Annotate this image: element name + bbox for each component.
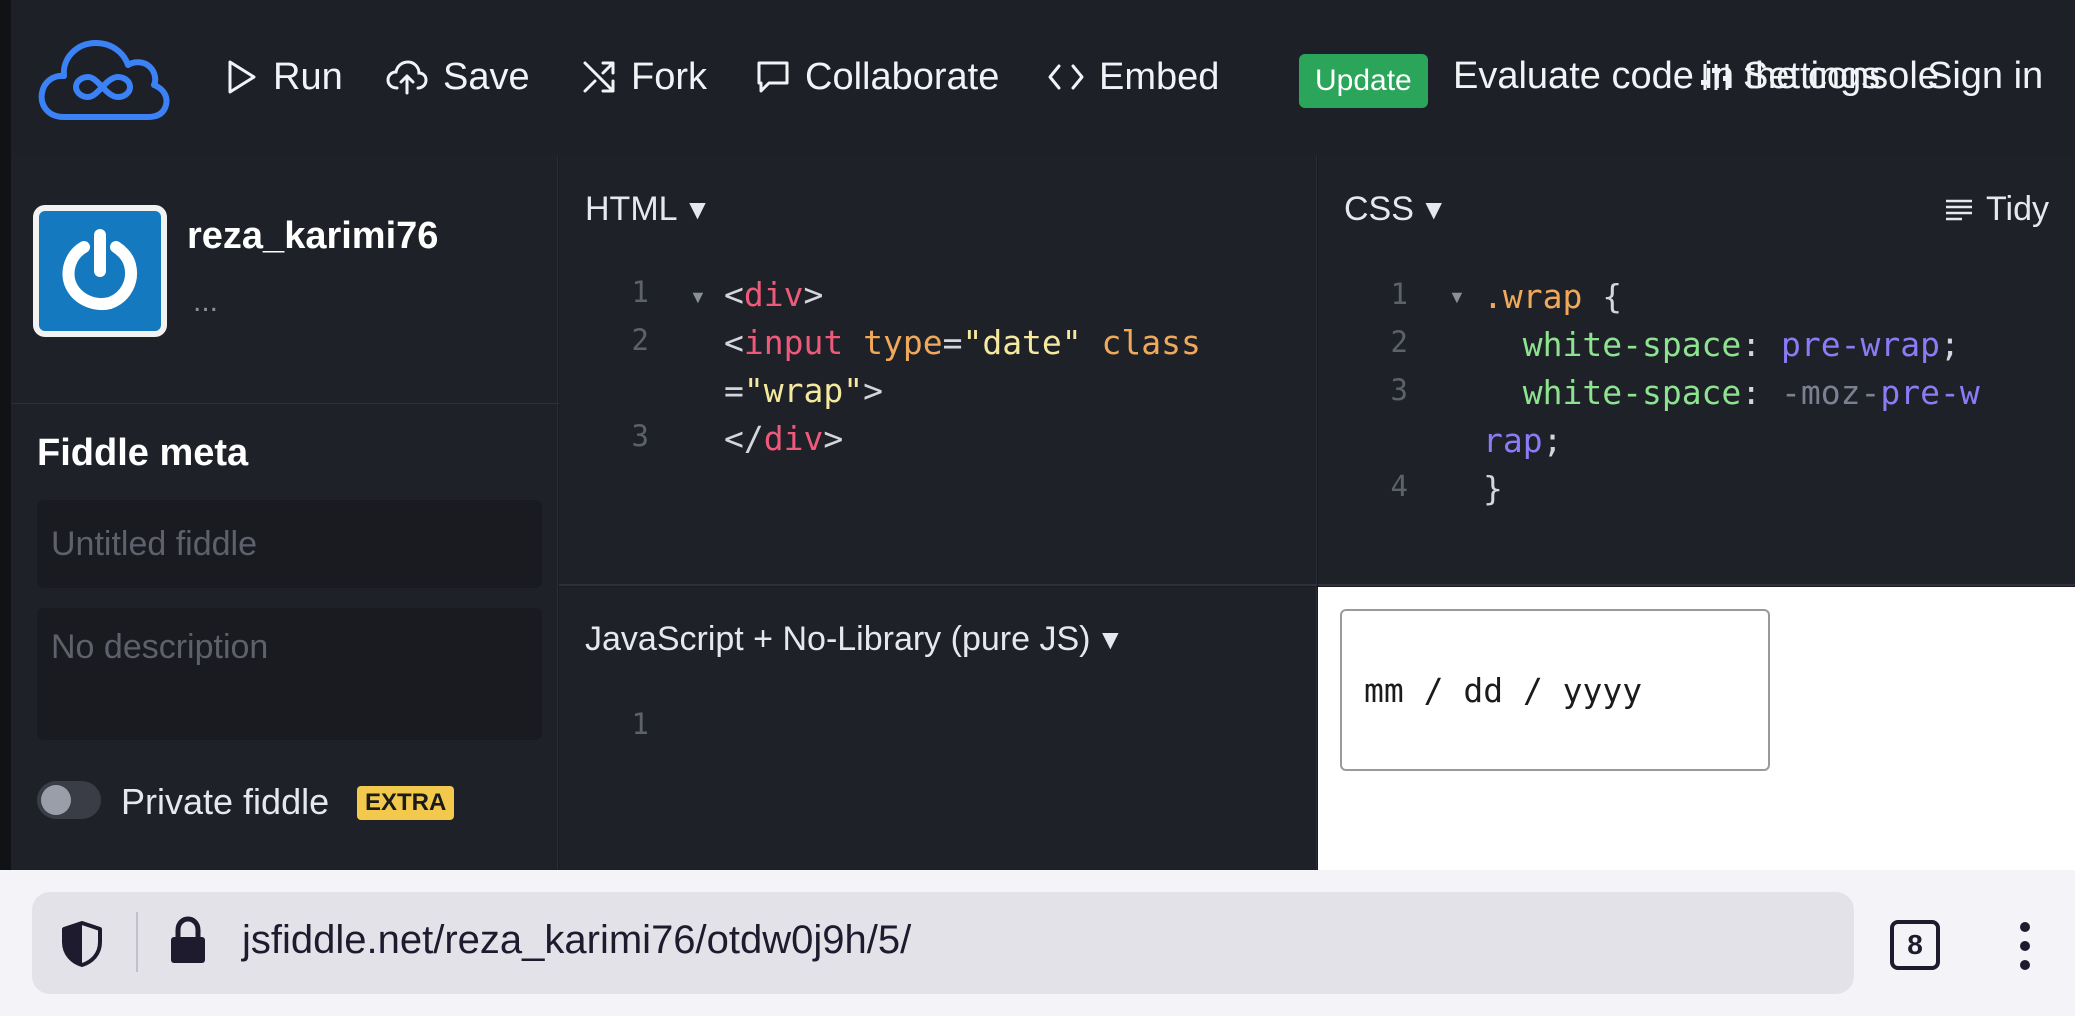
line-number: 3 — [631, 419, 649, 453]
date-input-placeholder: mm / dd / yyyy — [1364, 670, 1643, 710]
caret-down-icon: ▼ — [683, 193, 712, 225]
browser-bottom-bar: jsfiddle.net/reza_karimi76/otdw0j9h/5/ 8 — [0, 870, 2075, 1016]
cloud-upload-icon — [386, 60, 428, 95]
address-divider — [136, 912, 138, 972]
js-panel: JavaScript + No-Library (pure JS) ▼ 1 — [559, 587, 1317, 870]
css-panel: CSS ▼ Tidy 1 ▼ 2 3 4 .wrap { white-space… — [1318, 155, 2075, 586]
toggle-knob — [41, 785, 71, 815]
run-label: Run — [273, 55, 343, 98]
shuffle-icon — [583, 61, 615, 93]
shield-icon[interactable] — [60, 920, 104, 968]
align-lines-icon — [1946, 199, 1973, 220]
tidy-button[interactable]: Tidy — [1944, 190, 2049, 229]
username[interactable]: reza_karimi76 — [187, 215, 438, 258]
play-icon — [228, 60, 256, 94]
html-panel: HTML ▼ 1 ▼ 2 3 <div> <input type="date" … — [559, 155, 1317, 586]
extra-badge: EXTRA — [357, 786, 455, 820]
js-panel-label: JavaScript + No-Library (pure JS) — [585, 620, 1091, 658]
line-number: 2 — [1390, 325, 1408, 359]
embed-label: Embed — [1099, 55, 1220, 98]
collaborate-label: Collaborate — [805, 55, 1000, 98]
top-toolbar: Run Save Fork Collaborate Embed Update E… — [0, 0, 2075, 155]
fold-arrow-icon[interactable]: ▼ — [689, 287, 707, 308]
line-number: 1 — [631, 707, 649, 741]
fold-arrow-icon[interactable]: ▼ — [1448, 287, 1466, 308]
tab-count-button[interactable]: 8 — [1890, 920, 1940, 970]
fork-button[interactable]: Fork — [581, 52, 707, 102]
address-bar[interactable]: jsfiddle.net/reza_karimi76/otdw0j9h/5/ — [32, 892, 1854, 994]
save-label: Save — [443, 55, 530, 98]
date-input[interactable]: mm / dd / yyyy — [1340, 609, 1770, 771]
embed-button[interactable]: Embed — [1047, 52, 1219, 102]
fiddle-meta-title: Fiddle meta — [37, 432, 249, 474]
css-panel-label: CSS — [1344, 190, 1414, 228]
sidebar: reza_karimi76 ... Fiddle meta Private fi… — [0, 155, 569, 870]
run-button[interactable]: Run — [225, 52, 343, 102]
tidy-label: Tidy — [1986, 190, 2049, 228]
power-icon — [62, 229, 137, 310]
css-panel-title[interactable]: CSS ▼ — [1344, 190, 1448, 229]
user-more-icon[interactable]: ... — [193, 285, 218, 319]
fiddle-title-input[interactable] — [37, 500, 542, 588]
save-button[interactable]: Save — [385, 52, 530, 102]
code-brackets-icon — [1048, 64, 1084, 90]
update-badge[interactable]: Update — [1299, 54, 1428, 108]
css-code-editor[interactable]: .wrap { white-space: pre-wrap; white-spa… — [1483, 273, 2043, 513]
settings-label: Settings — [1743, 55, 1881, 97]
private-fiddle-label: Private fiddle — [121, 781, 330, 822]
fiddle-description-input[interactable] — [37, 608, 542, 740]
lock-icon[interactable] — [168, 916, 208, 966]
collaborate-button[interactable]: Collaborate — [755, 52, 999, 102]
settings-button[interactable]: Settings — [1699, 55, 1880, 98]
caret-down-icon: ▼ — [1419, 193, 1448, 225]
html-panel-label: HTML — [585, 190, 678, 228]
sidebar-divider — [11, 403, 569, 404]
fork-label: Fork — [631, 55, 707, 98]
js-code-editor[interactable] — [724, 703, 1284, 853]
kebab-menu-icon[interactable] — [2016, 922, 2034, 970]
line-number: 2 — [631, 323, 649, 357]
html-panel-title[interactable]: HTML ▼ — [585, 190, 711, 229]
result-panel: mm / dd / yyyy — [1318, 587, 2075, 870]
line-number: 3 — [1390, 373, 1408, 407]
line-number: 1 — [1390, 277, 1408, 311]
signin-link[interactable]: Sign in — [1927, 55, 2043, 98]
url-text[interactable]: jsfiddle.net/reza_karimi76/otdw0j9h/5/ — [242, 918, 911, 963]
line-number: 4 — [1390, 469, 1408, 503]
js-panel-title[interactable]: JavaScript + No-Library (pure JS) ▼ — [585, 620, 1124, 659]
caret-down-icon: ▼ — [1096, 623, 1125, 655]
line-number: 1 — [631, 275, 649, 309]
chat-bubble-icon — [757, 61, 789, 93]
sliders-icon — [1701, 63, 1731, 90]
avatar[interactable] — [33, 205, 167, 337]
jsfiddle-logo-icon[interactable] — [36, 33, 172, 125]
html-code-editor[interactable]: <div> <input type="date" class ="wrap"> … — [724, 271, 1284, 463]
private-fiddle-toggle[interactable] — [37, 781, 101, 819]
